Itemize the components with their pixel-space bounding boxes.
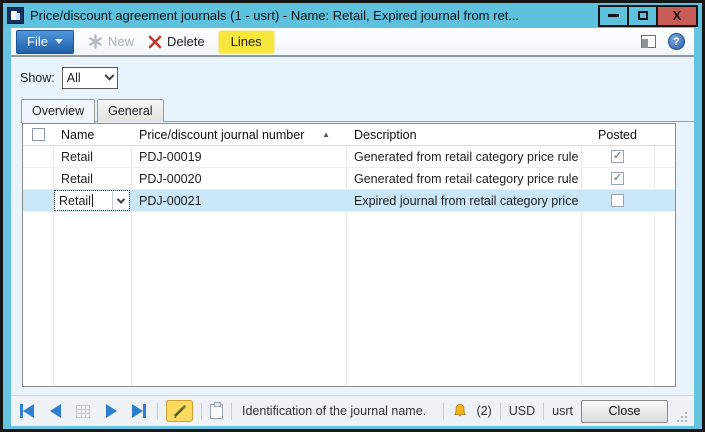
cell-journal-number[interactable]: PDJ-00020 xyxy=(131,168,346,189)
filter-row: Show: All xyxy=(20,67,118,89)
delete-button[interactable]: Delete xyxy=(148,34,205,49)
name-combobox[interactable]: Retail xyxy=(55,191,129,210)
chevron-down-icon xyxy=(117,195,125,203)
chevron-down-icon xyxy=(55,39,63,44)
tab-general[interactable]: General xyxy=(97,99,163,122)
triangle-right-icon xyxy=(106,404,117,418)
show-dropdown[interactable]: All xyxy=(62,67,118,89)
close-button[interactable]: Close xyxy=(581,400,668,423)
pencil-icon xyxy=(172,404,187,419)
grid-icon xyxy=(76,405,90,418)
cell-description[interactable]: Generated from retail category price rul… xyxy=(346,168,581,189)
tab-overview[interactable]: Overview xyxy=(21,99,95,123)
sort-ascending-icon: ▲ xyxy=(322,130,330,139)
text-caret xyxy=(92,194,93,207)
separator xyxy=(500,403,501,420)
lines-button-label: Lines xyxy=(219,31,274,53)
grid-view-button xyxy=(73,402,93,420)
status-help-text: Identification of the journal name. xyxy=(242,404,426,418)
journal-grid: Name Price/discount journal number ▲ Des… xyxy=(22,123,676,387)
app-icon xyxy=(7,7,24,24)
minimize-icon xyxy=(608,14,619,17)
delete-button-label: Delete xyxy=(167,34,205,49)
previous-record-button[interactable] xyxy=(45,402,65,420)
show-label: Show: xyxy=(20,71,55,85)
column-header-posted[interactable]: Posted xyxy=(581,124,654,145)
cell-description[interactable]: Generated from retail category price rul… xyxy=(346,146,581,167)
help-glyph: ? xyxy=(673,36,680,48)
cell-journal-number[interactable]: PDJ-00021 xyxy=(131,190,346,211)
edit-mode-toggle[interactable] xyxy=(166,400,193,422)
file-menu-label: File xyxy=(27,34,48,49)
table-row[interactable]: Retail PDJ-00020 Generated from retail c… xyxy=(23,168,675,190)
status-bar: Identification of the journal name. (2) … xyxy=(11,395,694,426)
grid-header-row: Name Price/discount journal number ▲ Des… xyxy=(23,124,675,146)
triangle-left-icon xyxy=(23,404,34,418)
minimize-button[interactable] xyxy=(598,5,629,27)
file-menu-button[interactable]: File xyxy=(16,30,74,54)
separator xyxy=(231,403,232,420)
last-record-button[interactable] xyxy=(129,402,149,420)
notification-count[interactable]: (2) xyxy=(476,404,491,418)
posted-checkbox-checked: ✓ xyxy=(611,150,624,163)
name-combobox-value: Retail xyxy=(59,194,91,208)
triangle-right-icon xyxy=(132,404,143,418)
column-header-description[interactable]: Description xyxy=(346,124,581,145)
cell-name[interactable]: Retail xyxy=(53,168,131,189)
name-combobox-input[interactable]: Retail xyxy=(55,194,112,208)
user-indicator: usrt xyxy=(552,404,573,418)
tab-strip: Overview General xyxy=(21,98,694,122)
separator xyxy=(157,403,158,420)
close-window-button[interactable]: X xyxy=(656,5,698,27)
column-header-journal-number-label: Price/discount journal number xyxy=(139,128,304,142)
new-button: New xyxy=(88,34,134,49)
posted-checkbox-unchecked[interactable] xyxy=(611,194,624,207)
separator xyxy=(201,403,202,420)
maximize-icon xyxy=(638,11,648,20)
name-combobox-dropdown-button[interactable] xyxy=(112,191,129,210)
last-record-icon xyxy=(143,404,146,418)
lines-button[interactable]: Lines xyxy=(219,31,274,53)
new-button-label: New xyxy=(108,34,134,49)
table-row[interactable]: Retail PDJ-00019 Generated from retail c… xyxy=(23,146,675,168)
help-icon[interactable]: ? xyxy=(668,33,685,50)
notifications-bell-icon[interactable] xyxy=(452,403,468,419)
column-header-journal-number[interactable]: Price/discount journal number ▲ xyxy=(131,124,346,145)
window-title: Price/discount agreement journals (1 - u… xyxy=(30,8,519,23)
posted-checkbox-checked: ✓ xyxy=(611,172,624,185)
maximize-button[interactable] xyxy=(627,5,658,27)
resize-grip[interactable] xyxy=(676,411,688,423)
triangle-left-icon xyxy=(50,404,61,418)
cell-journal-number[interactable]: PDJ-00019 xyxy=(131,146,346,167)
star-icon xyxy=(88,34,103,49)
first-record-button[interactable] xyxy=(17,402,37,420)
chevron-down-icon xyxy=(104,70,114,80)
toolbar: File New xyxy=(11,28,694,57)
separator xyxy=(543,403,544,420)
clipboard-icon[interactable] xyxy=(210,404,223,419)
app-window: Price/discount agreement journals (1 - u… xyxy=(0,0,705,432)
client-area: File New xyxy=(11,28,694,426)
separator xyxy=(443,403,444,420)
select-all-checkbox[interactable] xyxy=(32,128,45,141)
layout-pane-icon[interactable] xyxy=(641,35,656,48)
column-header-name[interactable]: Name xyxy=(53,124,131,145)
close-icon: X xyxy=(673,8,682,23)
delete-x-icon xyxy=(148,35,162,49)
currency-indicator: USD xyxy=(509,404,535,418)
cell-description[interactable]: Expired journal from retail category pri… xyxy=(346,190,581,211)
table-row-selected[interactable]: Retail PDJ-00021 Expired journal from re… xyxy=(23,190,675,212)
next-record-button[interactable] xyxy=(101,402,121,420)
show-dropdown-value: All xyxy=(67,71,81,85)
title-bar[interactable]: Price/discount agreement journals (1 - u… xyxy=(3,3,702,28)
cell-name[interactable]: Retail xyxy=(53,146,131,167)
